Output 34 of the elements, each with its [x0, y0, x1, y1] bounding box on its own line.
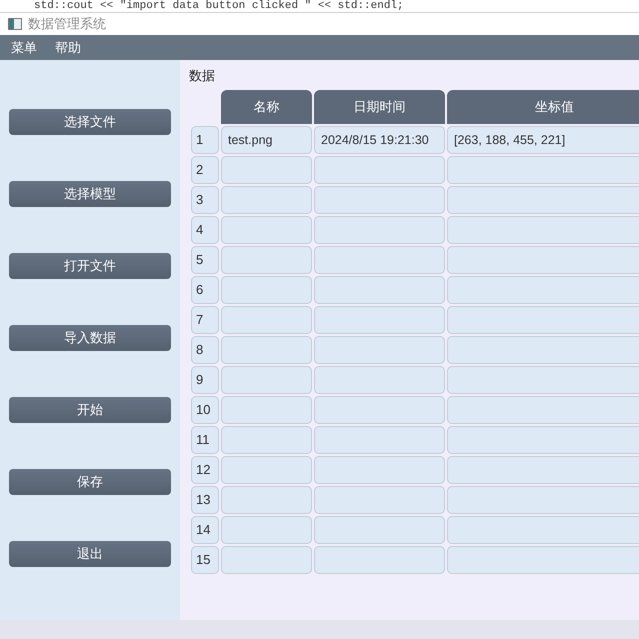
- sidebar-button[interactable]: 打开文件: [9, 253, 171, 279]
- row-number: 14: [191, 516, 219, 544]
- row-number: 10: [191, 396, 219, 424]
- row-number: 5: [191, 246, 219, 274]
- sidebar-button[interactable]: 选择模型: [9, 181, 171, 207]
- row-number: 4: [191, 216, 219, 244]
- table-label: 数据: [189, 68, 216, 84]
- sidebar-button[interactable]: 开始: [9, 397, 171, 423]
- column-header[interactable]: 名称: [221, 90, 312, 124]
- column-header[interactable]: 日期时间: [314, 90, 445, 124]
- row-number: 3: [191, 186, 219, 214]
- row-number: 7: [191, 306, 219, 334]
- menu-item[interactable]: 帮助: [55, 38, 81, 58]
- table-cell: 2024/8/15 19:21:30: [314, 126, 445, 154]
- sidebar-button[interactable]: 退出: [9, 541, 171, 567]
- table-cell: test.png: [221, 126, 312, 154]
- row-number: 6: [191, 276, 219, 304]
- table-cell: [263, 188, 455, 221]: [447, 126, 639, 154]
- code-line: std::cout << "import data button clicked " << std::endl;: [34, 0, 404, 12]
- row-number: 8: [191, 336, 219, 364]
- sidebar-button[interactable]: 导入数据: [9, 325, 171, 351]
- sidebar-button[interactable]: 保存: [9, 469, 171, 495]
- row-number: 11: [191, 426, 219, 454]
- sidebar-button[interactable]: 选择文件: [9, 109, 171, 135]
- column-header[interactable]: 坐标值: [447, 90, 639, 124]
- menu-item[interactable]: 菜单: [11, 38, 37, 58]
- row-number: 15: [191, 546, 219, 574]
- window-app-icon: [8, 18, 22, 30]
- row-number: 2: [191, 156, 219, 184]
- row-number: 1: [191, 126, 219, 154]
- row-number: 12: [191, 456, 219, 484]
- row-number: 13: [191, 486, 219, 514]
- window-title: 数据管理系统: [28, 15, 106, 34]
- row-number: 9: [191, 366, 219, 394]
